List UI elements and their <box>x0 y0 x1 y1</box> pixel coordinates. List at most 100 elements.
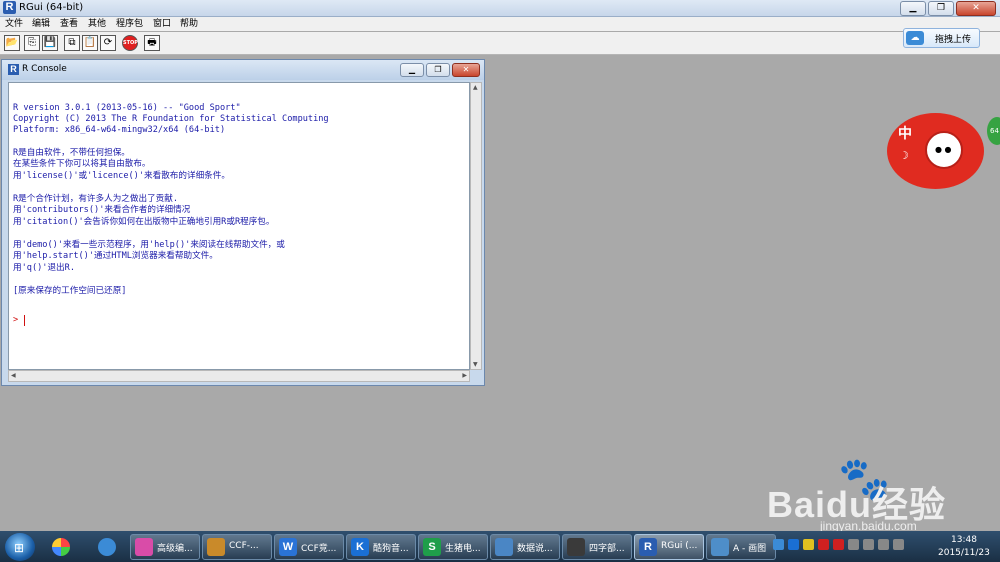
task-label: CCF竞... <box>301 544 337 554</box>
stop-icon[interactable]: STOP <box>122 35 138 51</box>
console-line: 用'contributors()'来看合作者的详细情况 <box>13 205 191 215</box>
tray-ball-icon[interactable] <box>803 539 814 550</box>
task-app-icon <box>495 538 513 556</box>
paste-icon[interactable]: 📋 <box>82 35 98 51</box>
console-line: 用'license()'或'licence()'来看散布的详细条件。 <box>13 171 230 181</box>
cloud-icon <box>98 538 116 556</box>
system-tray <box>773 539 904 550</box>
pinned-app-cloud[interactable] <box>89 534 125 560</box>
taskbar-task[interactable]: 四字部... <box>562 534 632 560</box>
toolbar: 📂 ⎘ 💾 ⧉ 📋 ⟳ STOP 🖶 <box>0 32 1000 55</box>
tray-volume-icon[interactable] <box>893 539 904 550</box>
menu-windows[interactable]: 窗口 <box>153 17 171 31</box>
task-label: 酷狗音... <box>373 544 409 554</box>
task-label: CCF-... <box>229 541 259 551</box>
console-line: R是个合作计划，有许多人为之做出了贡献. <box>13 194 179 204</box>
console-line: 用'citation()'会告诉你如何在出版物中正确地引用R或R程序包。 <box>13 217 275 227</box>
windows-logo-icon: ⊞ <box>14 541 25 555</box>
drag-upload-button[interactable]: ☁ 拖拽上传 <box>903 28 980 48</box>
task-app-icon <box>207 538 225 556</box>
tray-signal-icon[interactable] <box>878 539 889 550</box>
drag-upload-label: 拖拽上传 <box>935 35 972 45</box>
task-label: 高级编... <box>157 544 193 554</box>
console-prompt: > <box>13 315 19 325</box>
taskbar-task[interactable]: R RGui (... <box>634 534 704 560</box>
console-line: Platform: x86_64-w64-mingw32/x64 (64-bit… <box>13 125 226 135</box>
taskbar-task[interactable]: 数据说... <box>490 534 560 560</box>
console-line: R是自由软件，不带任何担保。 <box>13 148 130 158</box>
task-app-icon <box>711 538 729 556</box>
refresh-icon[interactable]: ⟳ <box>100 35 116 51</box>
scroll-down-icon[interactable]: ▼ <box>473 361 478 368</box>
clock-date[interactable]: 2015/11/23 <box>938 548 990 558</box>
maximize-button[interactable]: ❐ <box>928 1 954 16</box>
moon-icon: ☽ <box>899 149 909 162</box>
console-window-controls: ▁ ❐ ✕ <box>400 63 480 77</box>
start-button[interactable]: ⊞ <box>5 533 35 561</box>
ime-mascot[interactable]: 中 ☽ ● ● <box>887 113 984 189</box>
menu-edit[interactable]: 编辑 <box>32 17 50 31</box>
task-label: 四字部... <box>589 544 625 554</box>
console-minimize-button[interactable]: ▁ <box>400 63 424 77</box>
tray-flag-icon[interactable] <box>848 539 859 550</box>
pinned-app-colorful[interactable] <box>43 534 79 560</box>
text-cursor <box>24 315 25 326</box>
task-app-icon: W <box>279 538 297 556</box>
app-title: RGui (64-bit) <box>19 2 84 13</box>
console-close-button[interactable]: ✕ <box>452 63 480 77</box>
task-label: A - 画图 <box>733 544 767 554</box>
copy-icon[interactable]: ⧉ <box>64 35 80 51</box>
vertical-scrollbar[interactable]: ▲ ▼ <box>470 82 482 370</box>
menu-bar: 文件 编辑 查看 其他 程序包 窗口 帮助 <box>0 17 1000 31</box>
console-line: 用'help.start()'通过HTML浏览器来看帮助文件。 <box>13 251 218 261</box>
console-title: R Console <box>22 64 67 74</box>
tray-qq-icon[interactable] <box>833 539 844 550</box>
menu-misc[interactable]: 其他 <box>88 17 106 31</box>
scroll-up-icon[interactable]: ▲ <box>473 84 478 91</box>
minimize-button[interactable]: ▁ <box>900 1 926 16</box>
taskbar-task[interactable]: A - 画图 <box>706 534 776 560</box>
console-line: 用'q()'退出R. <box>13 263 75 273</box>
open-script-icon[interactable]: 📂 <box>4 35 20 51</box>
task-app-icon: R <box>639 538 657 556</box>
ime-mode-badge: 中 <box>898 126 912 142</box>
task-app-icon <box>567 538 585 556</box>
side-widget-badge[interactable]: 64 <box>987 117 1000 145</box>
menu-help[interactable]: 帮助 <box>180 17 198 31</box>
menu-view[interactable]: 查看 <box>60 17 78 31</box>
task-app-icon: K <box>351 538 369 556</box>
task-app-icon <box>135 538 153 556</box>
console-title-bar: R R Console ▁ ❐ ✕ <box>2 60 484 80</box>
menu-file[interactable]: 文件 <box>5 17 23 31</box>
console-line: [原来保存的工作空间已还原] <box>13 286 127 296</box>
tray-k-icon[interactable] <box>788 539 799 550</box>
save-icon[interactable]: 💾 <box>42 35 58 51</box>
r-logo-icon: R <box>3 1 16 14</box>
tray-cloud-icon[interactable] <box>773 539 784 550</box>
taskbar-task[interactable]: W CCF竞... <box>274 534 344 560</box>
taskbar-task[interactable]: K 酷狗音... <box>346 534 416 560</box>
console-line: 用'demo()'来看一些示范程序，用'help()'来阅读在线帮助文件，或 <box>13 240 285 250</box>
console-line: Copyright (C) 2013 The R Foundation for … <box>13 114 329 124</box>
tray-network-icon[interactable] <box>863 539 874 550</box>
cloud-icon: ☁ <box>906 31 924 45</box>
task-label: 生猪电... <box>445 544 481 554</box>
menu-packages[interactable]: 程序包 <box>116 17 143 31</box>
scroll-right-icon[interactable]: ▶ <box>462 372 467 379</box>
taskbar-task[interactable]: CCF-... <box>202 534 272 560</box>
r-console-window: R R Console ▁ ❐ ✕ R version 3.0.1 (2013-… <box>1 59 485 386</box>
app-icon <box>52 538 70 556</box>
close-button[interactable]: ✕ <box>956 1 996 16</box>
taskbar-task[interactable]: 高级编... <box>130 534 200 560</box>
print-icon[interactable]: 🖶 <box>144 35 160 51</box>
load-workspace-icon[interactable]: ⎘ <box>24 35 40 51</box>
console-line: 在某些条件下你可以将其自由散布。 <box>13 159 151 169</box>
horizontal-scrollbar[interactable]: ◀ ▶ <box>8 370 470 382</box>
tray-qq-icon[interactable] <box>818 539 829 550</box>
clock-time[interactable]: 13:48 <box>951 535 977 545</box>
fox-eyes-icon: ● ● <box>935 145 952 154</box>
taskbar-task[interactable]: S 生猪电... <box>418 534 488 560</box>
console-output[interactable]: R version 3.0.1 (2013-05-16) -- "Good Sp… <box>8 82 470 370</box>
console-maximize-button[interactable]: ❐ <box>426 63 450 77</box>
scroll-left-icon[interactable]: ◀ <box>11 372 16 379</box>
